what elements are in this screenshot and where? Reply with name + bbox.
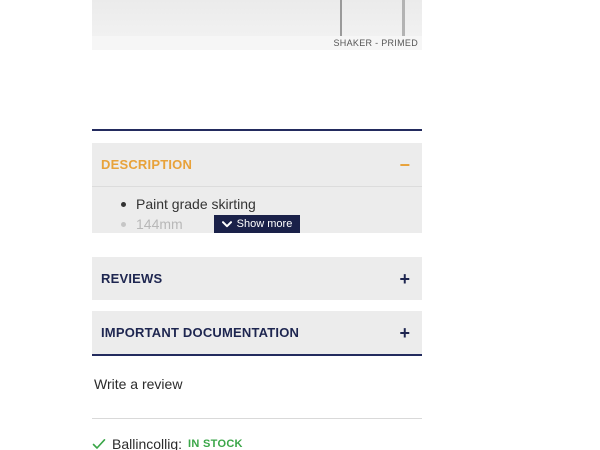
product-details-page: SHAKER - PRIMED DESCRIPTION − Paint grad… — [0, 0, 600, 450]
accordion-reviews-header[interactable]: REVIEWS + — [92, 257, 422, 300]
chevron-down-icon — [221, 220, 232, 227]
check-icon — [92, 439, 106, 449]
product-image: SHAKER - PRIMED — [92, 0, 422, 50]
accordion-description-header[interactable]: DESCRIPTION − — [92, 143, 422, 186]
section-divider — [92, 129, 422, 131]
stock-availability: Ballincollig: IN STOCK — [92, 436, 243, 450]
accordion-description-title: DESCRIPTION — [101, 157, 193, 172]
section-divider — [92, 354, 422, 356]
description-list-item: Paint grade skirting — [92, 194, 422, 214]
product-image-caption: SHAKER - PRIMED — [333, 38, 418, 48]
image-panel-edge — [402, 0, 405, 36]
show-more-label: Show more — [236, 218, 293, 230]
stock-status-badge: IN STOCK — [188, 438, 243, 450]
write-review-link[interactable]: Write a review — [94, 376, 182, 392]
accordion-documentation-header[interactable]: IMPORTANT DOCUMENTATION + — [92, 311, 422, 354]
store-location: Ballincollig: — [112, 436, 183, 450]
minus-icon[interactable]: − — [399, 156, 410, 174]
plus-icon[interactable]: + — [399, 324, 410, 342]
image-panel-edge — [340, 0, 342, 36]
accordion-reviews-title: REVIEWS — [101, 271, 163, 286]
divider — [92, 418, 422, 419]
show-more-button[interactable]: Show more — [214, 215, 300, 233]
accordion-documentation-title: IMPORTANT DOCUMENTATION — [101, 325, 300, 340]
plus-icon[interactable]: + — [399, 270, 410, 288]
